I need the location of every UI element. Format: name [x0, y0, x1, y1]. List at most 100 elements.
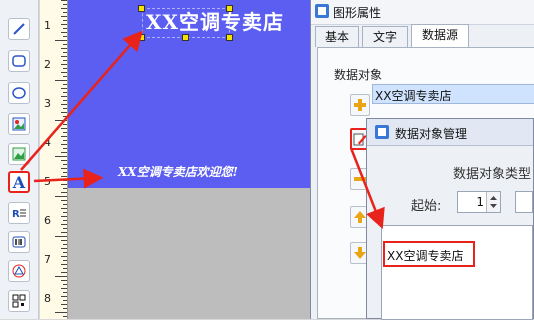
minus-icon: [354, 177, 366, 181]
line-icon: [13, 23, 25, 35]
ruler-tick: [61, 56, 67, 57]
ruler-tick: [61, 176, 67, 177]
resize-handle[interactable]: [138, 5, 145, 12]
ruler-tick: [63, 284, 67, 285]
ruler-number: 6: [44, 214, 51, 227]
image-tool-button[interactable]: [8, 113, 30, 135]
arrow-up-icon: [354, 211, 366, 223]
ruler-tick: [55, 312, 67, 313]
vertical-ruler: 1 2 3 4 5 6 7 8: [40, 0, 68, 319]
ruler-tick: [63, 28, 67, 29]
dialog-field-partial[interactable]: [515, 191, 533, 213]
ruler-tick: [61, 288, 67, 289]
add-data-object-button[interactable]: [350, 94, 370, 116]
ruler-tick: [63, 116, 67, 117]
ruler-tick: [63, 220, 67, 221]
slogan-text-object[interactable]: XX空调专卖店欢迎您!: [118, 163, 238, 180]
shape-tool-button[interactable]: [8, 260, 30, 282]
ruler-tick: [61, 200, 67, 201]
picture-icon: [12, 147, 26, 161]
ruler-number: 7: [44, 253, 51, 266]
ruler-tick: [55, 156, 67, 157]
ruler-tick: [63, 84, 67, 85]
ruler-number: 4: [44, 136, 51, 149]
app-icon: [315, 4, 329, 18]
ruler-tick: [63, 132, 67, 133]
ruler-tick: [63, 260, 67, 261]
ruler-tick: [55, 80, 67, 81]
ruler-tick: [61, 64, 67, 65]
ruler-tick: [63, 20, 67, 21]
resize-handle[interactable]: [138, 34, 145, 41]
ruler-tick: [61, 104, 67, 105]
ruler-tick: [63, 4, 67, 5]
properties-title: 图形属性: [333, 6, 382, 20]
ruler-tick: [61, 192, 67, 193]
ruler-tick: [61, 32, 67, 33]
tab-basic[interactable]: 基本: [315, 26, 359, 47]
start-value-stepper[interactable]: 1: [457, 191, 501, 213]
ruler-number: 1: [44, 19, 51, 32]
line-tool-button[interactable]: [8, 18, 30, 40]
properties-titlebar: 图形属性: [311, 0, 534, 25]
ruler-tick: [55, 196, 67, 197]
dialog-titlebar: 数据对象管理: [367, 119, 533, 146]
ruler-tick: [63, 92, 67, 93]
plus-icon: [354, 99, 366, 111]
ruler-tick: [63, 172, 67, 173]
ruler-tick: [63, 44, 67, 45]
ruler-tick: [55, 276, 67, 277]
ruler-tick: [63, 308, 67, 309]
ruler-tick: [63, 180, 67, 181]
ruler-tick: [63, 244, 67, 245]
start-value: 1: [476, 195, 484, 209]
image-icon: [12, 117, 26, 131]
data-object-list-item[interactable]: XX空调专卖店: [372, 84, 534, 104]
ruler-tick: [61, 72, 67, 73]
ellipse-tool-button[interactable]: [8, 82, 30, 104]
content-textarea[interactable]: [381, 225, 533, 320]
tab-text[interactable]: 文字: [362, 26, 408, 47]
data-object-item-label: XX空调专卖店: [375, 89, 452, 103]
spin-buttons[interactable]: [486, 192, 500, 212]
rich-text-tool-button[interactable]: R: [8, 202, 30, 224]
barcode-icon: [12, 236, 26, 248]
ruler-tick: [63, 268, 67, 269]
ruler-tick: [61, 184, 67, 185]
ruler-tick: [55, 236, 67, 237]
data-object-section-label: 数据对象: [334, 68, 383, 82]
ruler-tick: [63, 148, 67, 149]
ruler-tick: [61, 144, 67, 145]
ruler-tick: [61, 112, 67, 113]
ruler-tick: [61, 280, 67, 281]
tab-datasource[interactable]: 数据源: [411, 24, 469, 47]
app-icon: [375, 125, 389, 139]
resize-handle[interactable]: [226, 34, 233, 41]
ruler-tick: [63, 36, 67, 37]
ruler-number: 3: [44, 97, 51, 110]
ruler-tick: [63, 76, 67, 77]
ruler-tick: [61, 232, 67, 233]
barcode-tool-button[interactable]: [8, 231, 30, 253]
ruler-tick: [61, 136, 67, 137]
ruler-tick: [63, 252, 67, 253]
ruler-tick: [61, 24, 67, 25]
text-tool-button[interactable]: A: [8, 171, 30, 193]
rounded-rectangle-icon: [12, 55, 26, 67]
ruler-tick: [61, 272, 67, 273]
ruler-tick: [63, 164, 67, 165]
ruler-tick: [63, 292, 67, 293]
qrcode-tool-button[interactable]: [8, 290, 30, 312]
data-type-label: 数据对象类型: [453, 167, 532, 182]
resize-handle[interactable]: [226, 5, 233, 12]
picture-tool-button[interactable]: [8, 143, 30, 165]
triangle-shape-icon: [12, 264, 26, 278]
ruler-tick: [63, 52, 67, 53]
ruler-tick: [55, 120, 67, 121]
ruler-tick: [61, 152, 67, 153]
rectangle-tool-button[interactable]: [8, 50, 30, 72]
ruler-tick: [61, 8, 67, 9]
ruler-number: 2: [44, 58, 51, 71]
resize-handle[interactable]: [182, 34, 189, 41]
ruler-tick: [63, 60, 67, 61]
